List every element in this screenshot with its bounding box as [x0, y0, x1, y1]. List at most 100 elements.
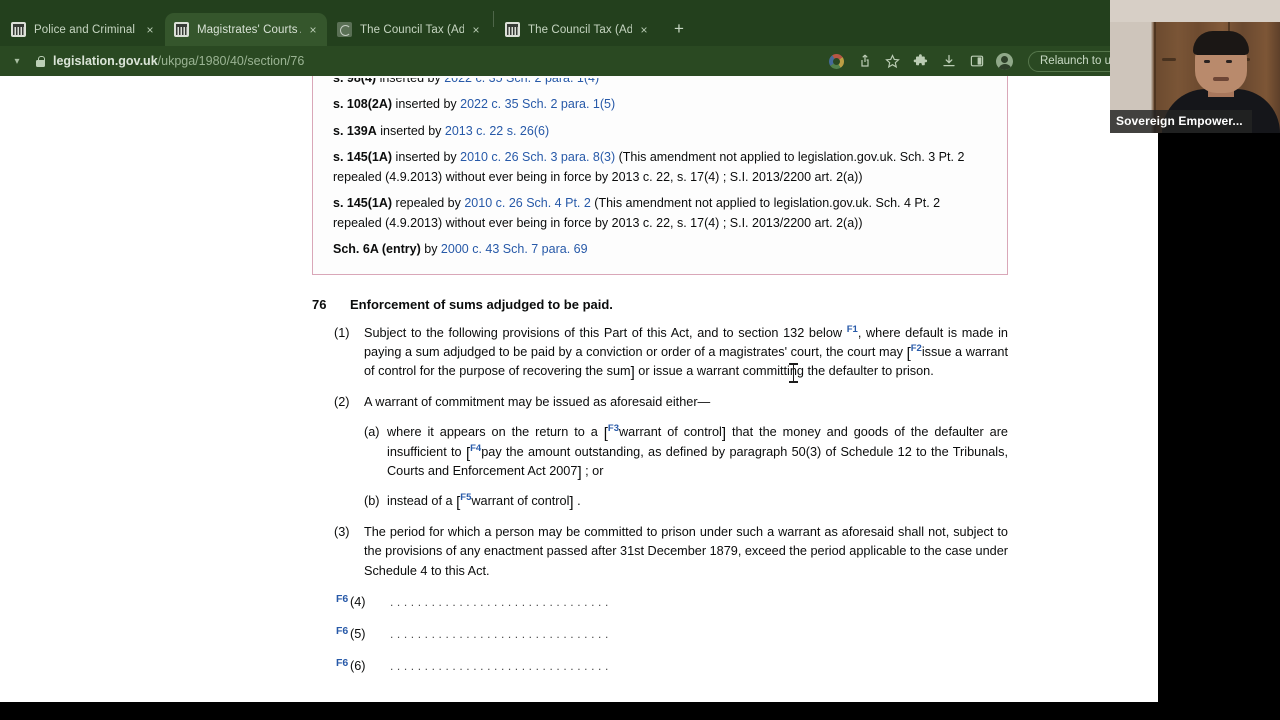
tab-label: Police and Criminal Evidence: [34, 23, 138, 36]
close-icon[interactable]: ×: [468, 22, 484, 38]
paragraph-body: where it appears on the return to a [F3w…: [387, 423, 1008, 481]
subsection-1: (1) Subject to the following provisions …: [312, 324, 1008, 382]
extensions-puzzle-icon[interactable]: [912, 53, 929, 70]
footnote-ref-f4[interactable]: F4: [470, 442, 481, 453]
section-number: 76: [312, 296, 327, 312]
legislation-crest-icon: [174, 22, 189, 37]
share-icon[interactable]: [856, 53, 873, 70]
text-run: Subject to the following provisions of t…: [364, 325, 847, 340]
downloads-icon[interactable]: [940, 53, 957, 70]
amendment-ref: s. 145(1A): [333, 196, 393, 210]
text-run: warrant of control: [471, 493, 570, 508]
subsection-body: A warrant of commitment may be issued as…: [364, 395, 711, 410]
amendment-text: inserted by: [392, 97, 461, 111]
loading-spinner-icon: [337, 22, 352, 37]
google-lens-icon[interactable]: [828, 53, 845, 70]
close-bracket: ]: [721, 425, 727, 443]
subsection-number: (1): [334, 325, 350, 340]
amendment-link[interactable]: 2000 c. 43 Sch. 7 para. 69: [441, 242, 588, 256]
text-run: warrant of control: [619, 425, 722, 440]
side-panel-icon[interactable]: [968, 53, 985, 70]
browser-tab-1[interactable]: Police and Criminal Evidence ×: [2, 13, 164, 46]
subsection-2: (2) A warrant of commitment may be issue…: [312, 393, 1008, 412]
amendment-link[interactable]: 2010 c. 26 Sch. 4 Pt. 2: [464, 196, 590, 210]
browser-tab-3[interactable]: The Council Tax (Administrati ×: [328, 13, 490, 46]
amendment-ref: s. 139A: [333, 123, 377, 138]
open-bracket: [: [603, 425, 608, 443]
footnote-ref-f6[interactable]: F6: [336, 622, 350, 641]
amendment-link[interactable]: 2022 c. 35 Sch. 2 para. 1(5): [460, 97, 615, 111]
browser-tab-4[interactable]: The Council Tax (Administrati ×: [496, 13, 658, 46]
text-run: pay the amount outstanding, as defined b…: [387, 444, 1008, 478]
repealed-dots: ................................: [390, 659, 612, 674]
amendment-line: s. 108(2A) inserted by 2022 c. 35 Sch. 2…: [333, 95, 991, 115]
footnote-ref-f3[interactable]: F3: [608, 423, 619, 434]
close-icon[interactable]: ×: [142, 22, 158, 38]
close-bracket: ]: [630, 363, 635, 381]
subsection-number: (6): [350, 659, 366, 674]
tab-search-icon[interactable]: ▾: [8, 56, 26, 67]
open-bracket: [: [906, 344, 911, 362]
repealed-dots: ................................: [390, 594, 612, 609]
amendment-ref: s. 145(1A): [333, 150, 393, 164]
tab-label: The Council Tax (Administrati: [528, 23, 632, 36]
bookmark-star-icon[interactable]: [884, 53, 901, 70]
paragraph-body: instead of a [F5warrant of control] .: [387, 492, 1008, 511]
repealed-dots: ................................: [390, 626, 612, 641]
amendment-line: s. 139A inserted by 2013 c. 22 s. 26(6): [333, 122, 991, 142]
footnote-ref-f6[interactable]: F6: [336, 590, 350, 609]
text-run: ; or: [581, 463, 604, 478]
webcam-name-label: Sovereign Empower...: [1110, 110, 1252, 133]
repealed-subsection-6: F6 (6) ................................: [312, 657, 1008, 677]
footnote-ref-f6[interactable]: F6: [336, 654, 350, 673]
text-run: instead of a: [387, 493, 457, 508]
tab-label: Magistrates' Courts Act 1980: [197, 23, 301, 36]
url-text: legislation.gov.uk/ukpga/1980/40/section…: [53, 54, 304, 68]
amendment-callout-box: s. 98(4) inserted by 2022 c. 35 Sch. 2 p…: [312, 76, 1008, 275]
amendment-text: by: [420, 242, 441, 256]
amendment-link[interactable]: 2022 c. 35 Sch. 2 para. 1(4): [444, 78, 599, 85]
close-icon[interactable]: ×: [305, 22, 321, 38]
subsection-number: (3): [334, 525, 350, 540]
lock-icon: [36, 55, 45, 67]
profile-avatar-icon[interactable]: [996, 52, 1013, 70]
amendment-line-clipped: s. 98(4) inserted by 2022 c. 35 Sch. 2 p…: [333, 78, 991, 88]
footnote-ref-f5[interactable]: F5: [460, 492, 471, 503]
repealed-subsection-5: F6 (5) ................................: [312, 625, 1008, 645]
address-bar[interactable]: legislation.gov.uk/ukpga/1980/40/section…: [26, 50, 828, 72]
amendment-ref: s. 108(2A): [333, 97, 393, 111]
amendment-link[interactable]: 2013 c. 22 s. 26(6): [445, 124, 549, 138]
subsection-number: (2): [334, 395, 350, 410]
toolbar-actions: Relaunch to update: [828, 50, 1150, 72]
amendment-link[interactable]: 2010 c. 26 Sch. 3 para. 8(3): [460, 150, 615, 164]
amendment-text: inserted by: [392, 150, 461, 164]
tab-label: The Council Tax (Administrati: [360, 23, 464, 36]
legislation-crest-icon: [505, 22, 520, 37]
page-viewport: s. 98(4) inserted by 2022 c. 35 Sch. 2 p…: [0, 76, 1158, 702]
section-title: Enforcement of sums adjudged to be paid.: [350, 296, 613, 312]
webcam-ceiling: [1110, 0, 1280, 22]
subsection-3: (3) The period for which a person may be…: [312, 523, 1008, 581]
browser-window: Police and Criminal Evidence × Magistrat…: [0, 0, 1158, 702]
close-bracket: ]: [569, 493, 574, 511]
amendment-ref: s. 98(4): [333, 78, 376, 85]
tab-strip: Police and Criminal Evidence × Magistrat…: [0, 0, 1158, 46]
webcam-overlay[interactable]: Sovereign Empower...: [1110, 0, 1280, 133]
text-run: or issue a warrant committing the defaul…: [634, 363, 934, 378]
footnote-ref-f2[interactable]: F2: [911, 342, 922, 353]
amendment-line: Sch. 6A (entry) by 2000 c. 43 Sch. 7 par…: [333, 240, 991, 260]
browser-tab-2-active[interactable]: Magistrates' Courts Act 1980 ×: [165, 13, 327, 46]
section-heading: 76 Enforcement of sums adjudged to be pa…: [312, 297, 1008, 312]
amendment-text: repealed by: [392, 196, 465, 210]
open-bracket: [: [465, 444, 471, 462]
subsection-number: (5): [350, 626, 366, 641]
screen-capture: Police and Criminal Evidence × Magistrat…: [0, 0, 1280, 720]
subsection-number: (4): [350, 594, 366, 609]
new-tab-button[interactable]: +: [665, 15, 693, 43]
paragraph-number: (b): [364, 493, 380, 508]
footnote-ref-f1[interactable]: F1: [847, 323, 858, 334]
url-path: /ukpga/1980/40/section/76: [157, 54, 305, 68]
repealed-subsection-4: F6 (4) ................................: [312, 593, 1008, 613]
legislation-document: s. 98(4) inserted by 2022 c. 35 Sch. 2 p…: [0, 76, 1158, 702]
close-icon[interactable]: ×: [636, 22, 652, 38]
